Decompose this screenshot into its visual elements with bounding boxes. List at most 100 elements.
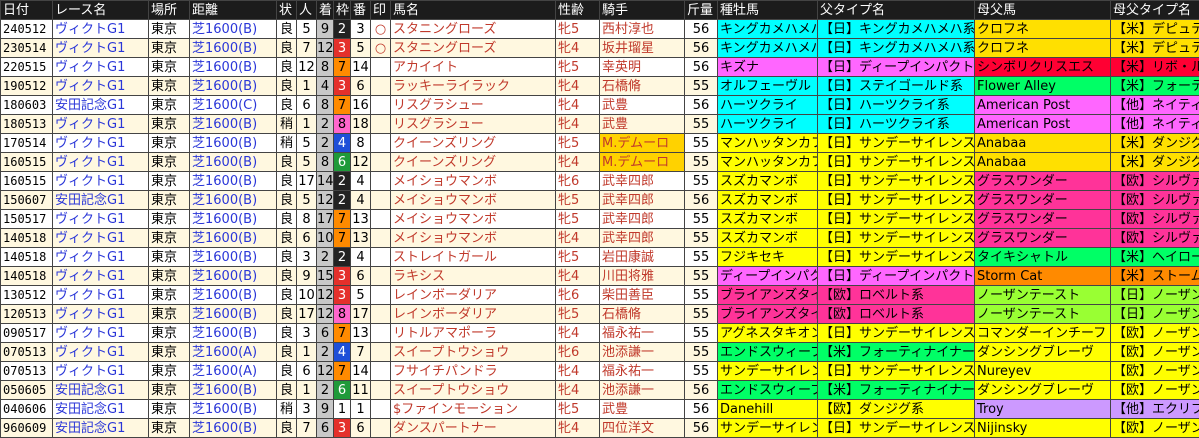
sire-cell: キズナ	[718, 58, 818, 77]
jockey-cell: 池添謙一	[600, 381, 685, 400]
dam-sire-type-cell: 【他】ネイティヴダンサー系	[1111, 96, 1199, 115]
sire-cell: キングカメハメハ	[718, 39, 818, 58]
dam-sire-type-cell: 【欧】シルヴァーホークロ	[1111, 229, 1199, 248]
header-place[interactable]: 場所	[149, 1, 190, 20]
place-cell: 東京	[149, 58, 190, 77]
dam-sire-cell: Nijinsky	[975, 419, 1111, 438]
dam-sire-cell: ダンシングブレーヴ	[975, 343, 1111, 362]
race-name-cell: ヴィクトG1	[53, 286, 149, 305]
dam-sire-type-cell: 【米】デピュティミニスター	[1111, 39, 1199, 58]
dam-sire-type-cell: 【欧】ノーザンダンサー系	[1111, 343, 1199, 362]
distance-cell: 芝1600(A)	[190, 343, 277, 362]
header-date[interactable]: 日付	[1, 1, 53, 20]
finish-cell: 10	[317, 229, 334, 248]
table-row: 220515ヴィクトG1東京芝1600(B)良128714アカイイト牝5幸英明5…	[1, 58, 1199, 77]
date-cell: 090517	[1, 324, 53, 343]
results-table: 日付レース名場所距離状人着枠番印馬名性齢騎手斤量種牡馬父タイプ名母父馬母父タイプ…	[0, 0, 1199, 438]
race-name-cell: 安田記念G1	[53, 381, 149, 400]
header-mark[interactable]: 印	[371, 1, 391, 20]
header-cond[interactable]: 状	[277, 1, 297, 20]
finish-cell: 2	[317, 248, 334, 267]
place-cell: 東京	[149, 134, 190, 153]
sire-type-cell: 【日】キングカメハメハ系	[818, 20, 975, 39]
mark-cell	[371, 58, 391, 77]
header-dist[interactable]: 距離	[190, 1, 277, 20]
header-sire-type[interactable]: 父タイプ名	[818, 1, 975, 20]
race-name-cell: ヴィクトG1	[53, 153, 149, 172]
weight-cell: 55	[685, 210, 718, 229]
dam-sire-cell: グラスワンダー	[975, 210, 1111, 229]
table-row: 120513ヴィクトG1東京芝1600(B)良1712817レインボーダリア牝5…	[1, 305, 1199, 324]
horse-name-cell: ラキシス	[391, 267, 556, 286]
sex-age-cell: 牝4	[556, 324, 600, 343]
header-horse[interactable]: 馬名	[391, 1, 556, 20]
mark-cell	[371, 286, 391, 305]
mark-cell	[371, 400, 391, 419]
sex-age-cell: 牝6	[556, 172, 600, 191]
popularity-cell: 17	[297, 172, 317, 191]
jockey-cell: 武豊	[600, 400, 685, 419]
place-cell: 東京	[149, 210, 190, 229]
date-cell: 180603	[1, 96, 53, 115]
finish-cell: 2	[317, 381, 334, 400]
date-cell: 140518	[1, 248, 53, 267]
header-pos[interactable]: 着	[317, 1, 334, 20]
date-cell: 070513	[1, 343, 53, 362]
sex-age-cell: 牝6	[556, 286, 600, 305]
header-jockey[interactable]: 騎手	[600, 1, 685, 20]
place-cell: 東京	[149, 343, 190, 362]
table-row: 240512ヴィクトG1東京芝1600(B)良5923○スタニングローズ牝5西村…	[1, 20, 1199, 39]
race-name-cell: ヴィクトG1	[53, 20, 149, 39]
horse-name-cell: クイーンズリング	[391, 153, 556, 172]
distance-cell: 芝1600(B)	[190, 400, 277, 419]
weight-cell: 56	[685, 96, 718, 115]
place-cell: 東京	[149, 115, 190, 134]
sire-cell: フジキセキ	[718, 248, 818, 267]
place-cell: 東京	[149, 286, 190, 305]
distance-cell: 芝1600(B)	[190, 153, 277, 172]
horse-number-cell: 8	[351, 134, 371, 153]
place-cell: 東京	[149, 305, 190, 324]
gate-cell: 6	[334, 381, 351, 400]
place-cell: 東京	[149, 400, 190, 419]
weight-cell: 55	[685, 343, 718, 362]
sex-age-cell: 牝4	[556, 362, 600, 381]
horse-number-cell: 6	[351, 419, 371, 438]
sire-cell: エンドスウィープ	[718, 343, 818, 362]
popularity-cell: 5	[297, 191, 317, 210]
weight-cell: 55	[685, 267, 718, 286]
popularity-cell: 1	[297, 343, 317, 362]
sire-type-cell: 【日】サンデーサイレンス系	[818, 172, 975, 191]
header-pop[interactable]: 人	[297, 1, 317, 20]
header-dam-sire[interactable]: 母父馬	[975, 1, 1111, 20]
mark-cell	[371, 77, 391, 96]
header-weight[interactable]: 斤量	[685, 1, 718, 20]
finish-cell: 6	[317, 419, 334, 438]
weight-cell: 55	[685, 248, 718, 267]
header-gate[interactable]: 枠	[334, 1, 351, 20]
condition-cell: 良	[277, 172, 297, 191]
dam-sire-type-cell: 【日】ノーザンテースト系	[1111, 305, 1199, 324]
sire-cell: サンデーサイレンス	[718, 419, 818, 438]
gate-cell: 7	[334, 362, 351, 381]
distance-cell: 芝1600(B)	[190, 229, 277, 248]
dam-sire-cell: American Post	[975, 115, 1111, 134]
date-cell: 240512	[1, 20, 53, 39]
horse-number-cell: 13	[351, 210, 371, 229]
horse-number-cell: 14	[351, 58, 371, 77]
header-sex[interactable]: 性齢	[556, 1, 600, 20]
dam-sire-cell: American Post	[975, 96, 1111, 115]
date-cell: 960609	[1, 419, 53, 438]
jockey-cell: 西村淳也	[600, 20, 685, 39]
header-sire[interactable]: 種牡馬	[718, 1, 818, 20]
sire-type-cell: 【日】サンデーサイレンス系	[818, 324, 975, 343]
sire-cell: キングカメハメハ	[718, 20, 818, 39]
dam-sire-type-cell: 【米】フォーティナイナー系	[1111, 77, 1199, 96]
mark-cell	[371, 362, 391, 381]
header-dam-sire-type[interactable]: 母父タイプ名	[1111, 1, 1199, 20]
header-race[interactable]: レース名	[53, 1, 149, 20]
header-num[interactable]: 番	[351, 1, 371, 20]
table-row: 150517ヴィクトG1東京芝1600(B)良817713メイショウマンボ牝5武…	[1, 210, 1199, 229]
gate-cell: 8	[334, 115, 351, 134]
table-row: 960609安田記念G1東京芝1600(B)良7636ダンスパートナー牝4四位洋…	[1, 419, 1199, 438]
